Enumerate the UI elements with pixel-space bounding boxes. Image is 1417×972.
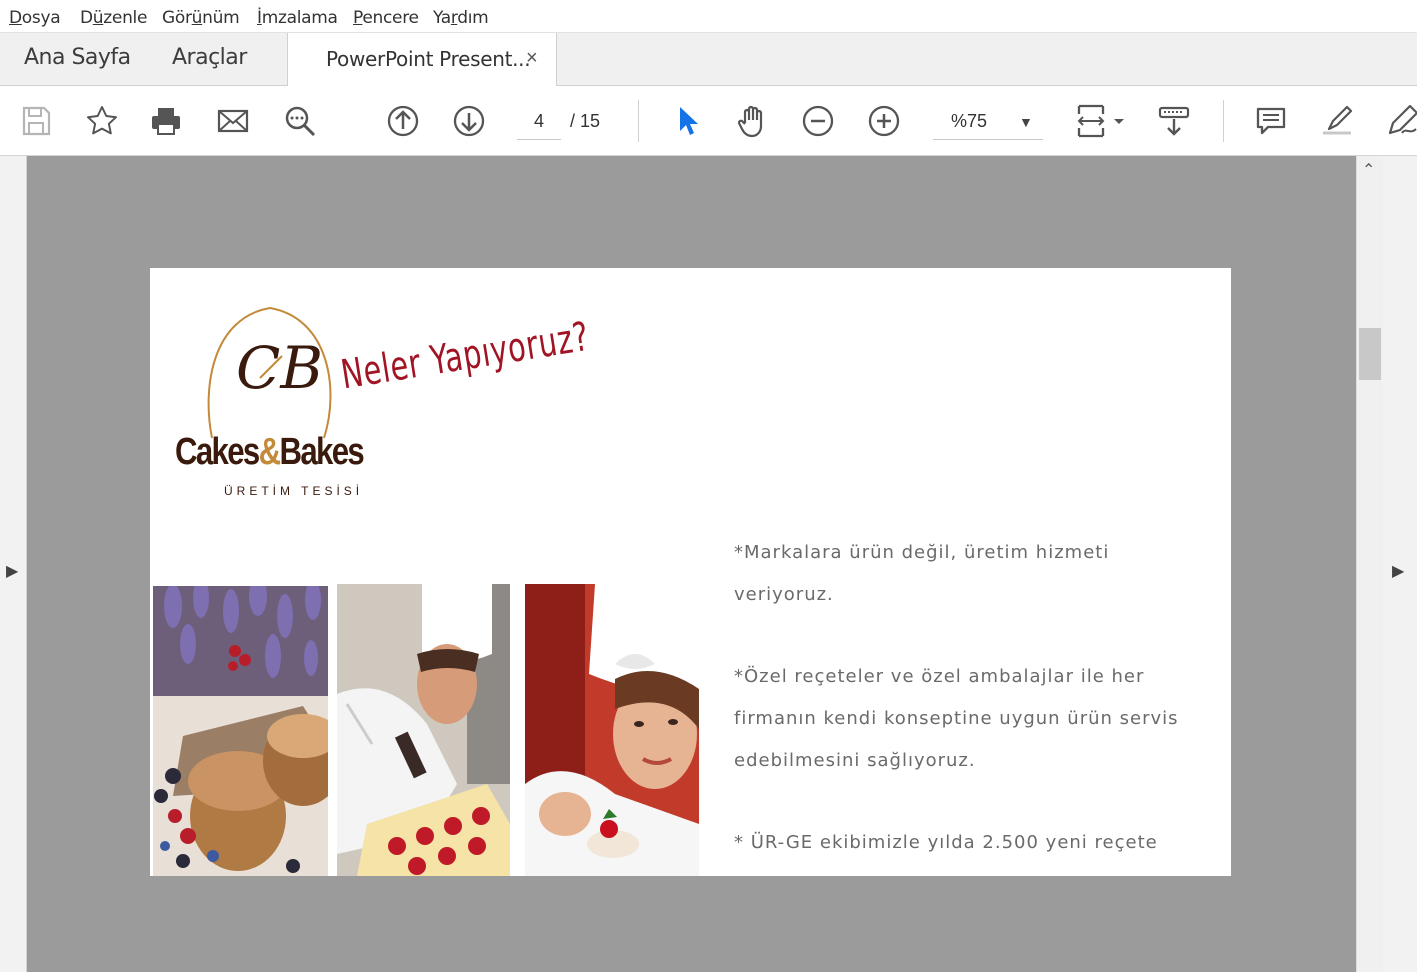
comment-icon (1256, 107, 1286, 135)
pdf-viewer-window: Dosya Düzenle Görünüm İmzalama Pencere Y… (0, 0, 1417, 972)
star-icon (87, 106, 117, 135)
expand-left-pane-icon[interactable]: ▶ (6, 561, 18, 581)
menu-dosya[interactable]: Dosya (9, 8, 61, 28)
cursor-arrow-icon (680, 107, 698, 135)
pen-sign-icon (1388, 104, 1417, 135)
hand-icon (737, 105, 763, 138)
vertical-scrollbar[interactable]: ⌃ (1356, 156, 1383, 972)
save-button[interactable] (16, 101, 56, 141)
tab-tools[interactable]: Araçlar (172, 45, 247, 70)
chef-photo (337, 584, 510, 876)
menu-imzalama[interactable]: İmzalama (257, 8, 338, 28)
menu-yardim-label: dım (457, 8, 489, 28)
slide-paragraph: *Markalara ürün değil, üretim hizmeti ve… (734, 542, 1110, 605)
toolbar-divider (638, 100, 639, 142)
brand-name: Cakes&Bakes (175, 431, 365, 474)
menu-dosya-label: osya (21, 8, 61, 28)
sign-button[interactable] (1382, 101, 1417, 141)
zoom-out-icon (802, 105, 834, 137)
arrow-down-circle-icon (453, 105, 485, 137)
menu-duzenle-mnemonic: ü (92, 8, 104, 28)
keyboard-scroll-icon (1158, 106, 1190, 136)
brand-subtitle: ÜRETİM TESİSİ (224, 484, 364, 498)
scroll-up-icon[interactable]: ⌃ (1362, 160, 1375, 180)
arrow-up-circle-icon (387, 105, 419, 137)
female-chef-photo (525, 584, 699, 876)
slide-paragraph: * ÜR-GE ekibimizle yılda 2.500 yeni reçe… (734, 832, 1158, 853)
printer-icon (152, 108, 180, 135)
brand-name-part2: Bakes (279, 431, 364, 473)
highlight-button[interactable] (1317, 101, 1357, 141)
search-button[interactable] (280, 101, 320, 141)
search-icon (285, 106, 316, 137)
brand-ampersand: & (258, 431, 282, 473)
bookmark-button[interactable] (82, 101, 122, 141)
hand-tool-button[interactable] (733, 101, 773, 141)
chevron-down-icon: ▼ (1019, 114, 1033, 130)
menu-gorunum-mnemonic: ü (191, 8, 203, 28)
pastry-photo (153, 586, 328, 876)
page-total: / 15 (570, 111, 601, 131)
slide-paragraph: *Özel reçeteler ve özel ambalajlar ile h… (734, 666, 1179, 771)
slide-body: *Markalara ürün değil, üretim hizmeti ve… (734, 532, 1214, 876)
document-canvas[interactable]: CB Cakes&Bakes ÜRETİM TESİSİ Neler Yapıy… (27, 156, 1356, 972)
mail-icon (217, 109, 249, 133)
zoom-out-button[interactable] (798, 101, 838, 141)
brand-logo: CB (207, 306, 332, 439)
next-page-button[interactable] (449, 101, 489, 141)
document-page: CB Cakes&Bakes ÜRETİM TESİSİ Neler Yapıy… (150, 268, 1231, 876)
menu-gorunum-label: nüm (202, 8, 240, 28)
tab-document-label: PowerPoint Present... (326, 47, 531, 71)
zoom-select[interactable]: %75 ▼ (933, 106, 1043, 140)
tab-bar: Ana Sayfa Araçlar PowerPoint Present... … (0, 33, 1417, 87)
menu-pencere-mnemonic: P (353, 8, 363, 28)
scrollbar-thumb[interactable] (1359, 328, 1381, 380)
menu-duzenle[interactable]: Düzenle (80, 8, 147, 28)
email-button[interactable] (213, 101, 253, 141)
print-button[interactable] (146, 101, 186, 141)
comment-button[interactable] (1251, 101, 1291, 141)
highlighter-icon (1323, 105, 1353, 135)
toolbar-divider (1223, 100, 1224, 142)
menu-imzalama-label: mzalama (261, 8, 338, 28)
fit-page-icon (1077, 104, 1124, 138)
left-pane-rail: ▶ (0, 156, 27, 972)
tab-document[interactable]: PowerPoint Present... × (287, 33, 557, 87)
save-icon (22, 106, 51, 136)
page-fit-button[interactable] (1072, 101, 1128, 141)
close-tab-icon[interactable]: × (526, 47, 538, 70)
menu-gorunum[interactable]: Görünüm (162, 8, 240, 28)
menu-dosya-mnemonic: D (9, 8, 22, 28)
menu-gorunum-pre: Gör (162, 8, 192, 28)
menu-bar: Dosya Düzenle Görünüm İmzalama Pencere Y… (0, 0, 1417, 33)
brand-name-part1: Cakes (175, 431, 260, 473)
menu-pencere[interactable]: Pencere (353, 8, 419, 28)
previous-page-button[interactable] (383, 101, 423, 141)
right-pane-rail: ▶ (1383, 156, 1417, 972)
scroll-mode-button[interactable] (1154, 101, 1194, 141)
menu-yardim-pre: Ya (433, 8, 451, 28)
toolbar: 4 / 15 %75 ▼ (0, 86, 1417, 156)
zoom-value: %75 (951, 111, 988, 131)
expand-right-pane-icon[interactable]: ▶ (1392, 561, 1404, 581)
menu-duzenle-pre: D (80, 8, 93, 28)
zoom-in-icon (868, 105, 900, 137)
slide-title: Neler Yapıyoruz? (338, 313, 593, 399)
page-number-input[interactable]: 4 (517, 108, 561, 140)
menu-yardim[interactable]: Yardım (433, 8, 489, 28)
tab-home[interactable]: Ana Sayfa (24, 45, 131, 70)
select-tool-button[interactable] (667, 101, 707, 141)
zoom-in-button[interactable] (864, 101, 904, 141)
menu-pencere-label: encere (362, 8, 419, 28)
menu-duzenle-label: zenle (103, 8, 148, 28)
logo-monogram: CB (236, 334, 323, 402)
